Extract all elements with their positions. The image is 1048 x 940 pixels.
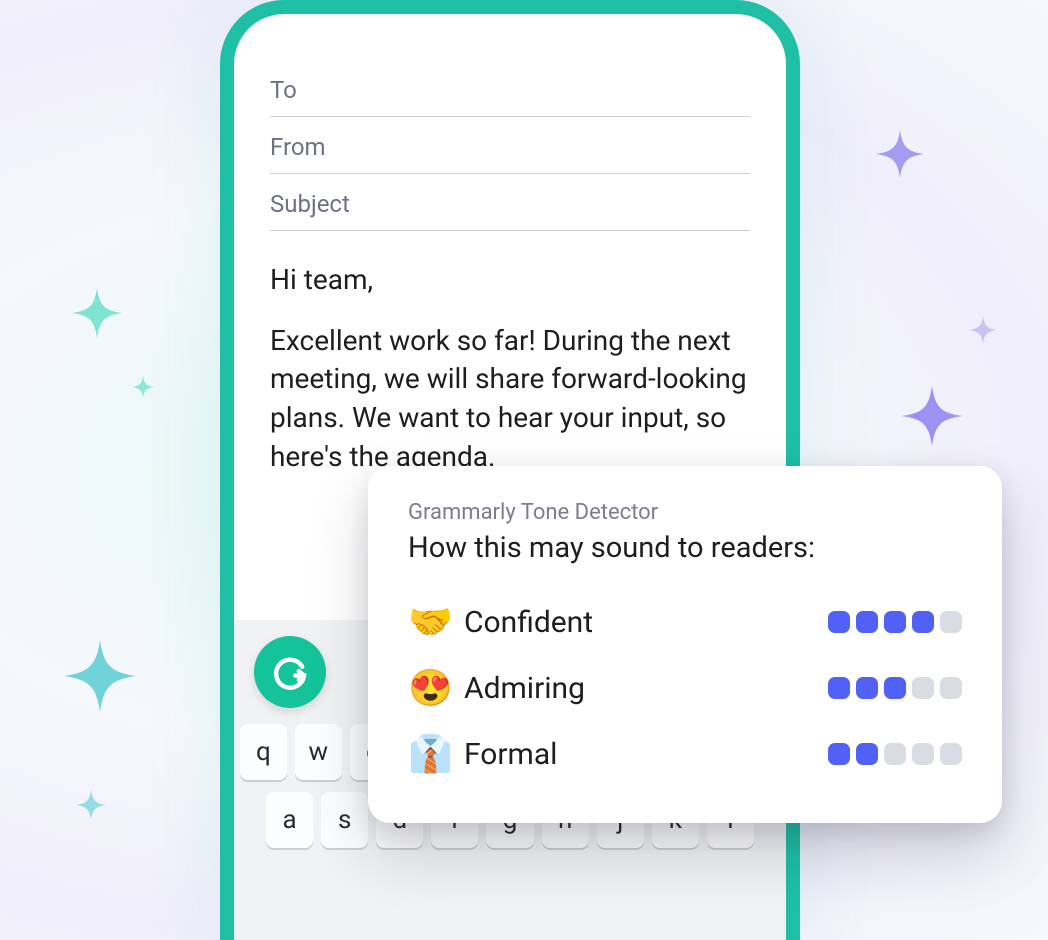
sparkle-icon xyxy=(64,640,136,712)
sparkle-icon xyxy=(969,316,997,344)
sparkle-icon xyxy=(132,376,154,398)
score-pip xyxy=(912,677,934,699)
sparkle-icon xyxy=(876,130,924,178)
score-pip xyxy=(884,677,906,699)
tone-emoji: 👔 xyxy=(408,733,464,775)
tone-row: 👔Formal xyxy=(408,721,962,787)
tone-score xyxy=(828,611,962,633)
subject-label: Subject xyxy=(270,190,350,218)
keyboard-key[interactable]: q xyxy=(240,724,287,780)
tone-label: Confident xyxy=(464,605,828,640)
email-paragraph: Excellent work so far! During the next m… xyxy=(270,322,750,477)
score-pip xyxy=(912,743,934,765)
score-pip xyxy=(856,677,878,699)
tone-label: Formal xyxy=(464,737,828,772)
keyboard-key[interactable]: s xyxy=(321,792,368,848)
score-pip xyxy=(912,611,934,633)
score-pip xyxy=(940,677,962,699)
score-pip xyxy=(940,743,962,765)
to-label: To xyxy=(270,76,297,104)
score-pip xyxy=(828,611,850,633)
score-pip xyxy=(940,611,962,633)
to-field[interactable]: To xyxy=(270,60,750,117)
tone-label: Admiring xyxy=(464,671,828,706)
popover-title: Grammarly Tone Detector xyxy=(408,500,962,525)
score-pip xyxy=(828,743,850,765)
tone-emoji: 🤝 xyxy=(408,601,464,643)
sparkle-icon xyxy=(76,790,106,820)
tone-emoji: 😍 xyxy=(408,667,464,709)
sparkle-icon xyxy=(902,386,962,446)
grammarly-icon[interactable] xyxy=(254,636,326,708)
score-pip xyxy=(884,743,906,765)
tone-detector-popover: Grammarly Tone Detector How this may sou… xyxy=(368,466,1002,823)
from-field[interactable]: From xyxy=(270,117,750,174)
from-label: From xyxy=(270,133,326,161)
subject-field[interactable]: Subject xyxy=(270,174,750,231)
tone-list: 🤝Confident😍Admiring👔Formal xyxy=(408,589,962,787)
tone-score xyxy=(828,677,962,699)
score-pip xyxy=(884,611,906,633)
score-pip xyxy=(856,611,878,633)
score-pip xyxy=(828,677,850,699)
tone-score xyxy=(828,743,962,765)
email-body[interactable]: Hi team, Excellent work so far! During t… xyxy=(270,231,750,498)
keyboard-key[interactable]: w xyxy=(295,724,342,780)
sparkle-icon xyxy=(72,288,122,338)
tone-row: 😍Admiring xyxy=(408,655,962,721)
email-greeting: Hi team, xyxy=(270,261,750,300)
keyboard-key[interactable]: a xyxy=(266,792,313,848)
tone-row: 🤝Confident xyxy=(408,589,962,655)
score-pip xyxy=(856,743,878,765)
popover-subtitle: How this may sound to readers: xyxy=(408,531,962,565)
